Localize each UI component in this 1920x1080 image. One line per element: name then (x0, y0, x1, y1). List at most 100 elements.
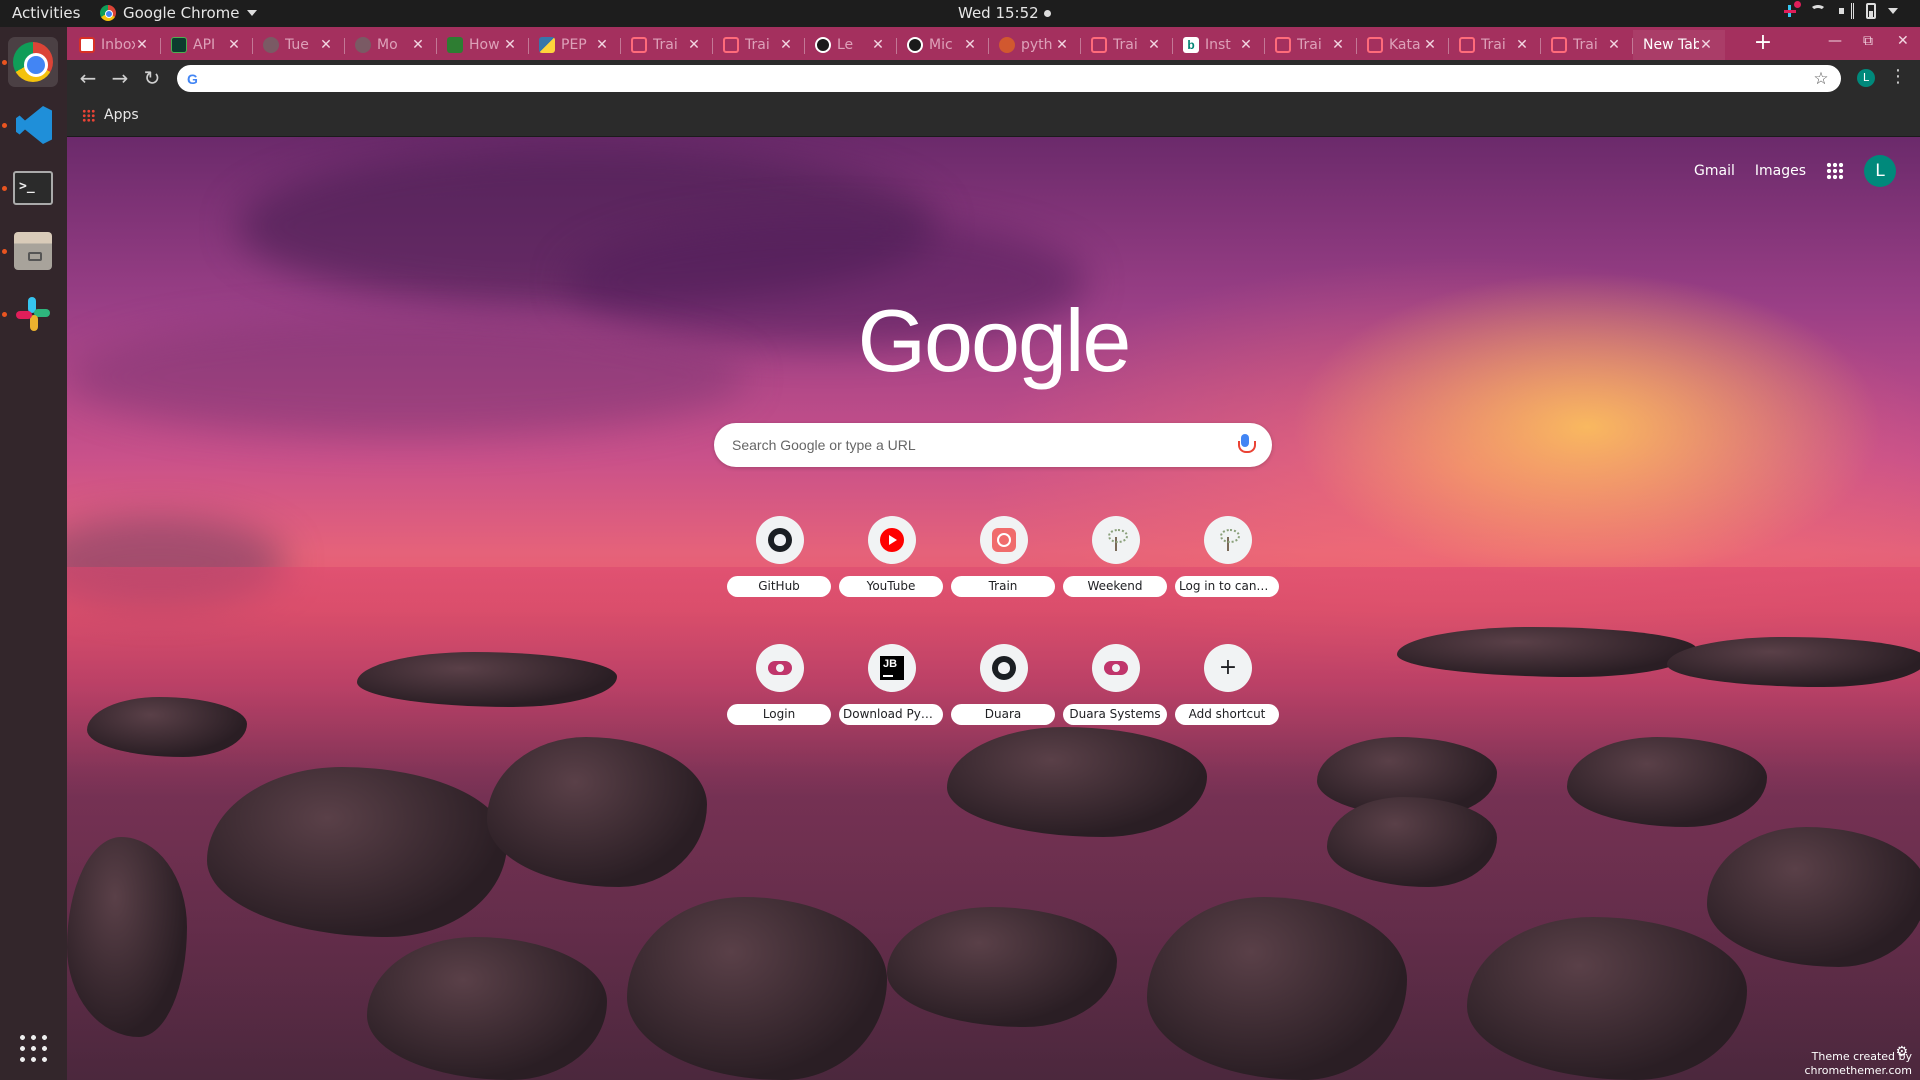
tab-close-icon[interactable]: ✕ (687, 37, 701, 53)
minimize-icon[interactable]: — (1828, 33, 1842, 49)
dock-chrome[interactable] (8, 37, 58, 87)
tab-close-icon[interactable]: ✕ (963, 37, 977, 53)
tab[interactable]: Kata ✕ (1357, 30, 1449, 60)
shortcut-tile[interactable]: Log in to canvas (1173, 516, 1285, 632)
tab[interactable]: Mic ✕ (897, 30, 989, 60)
tab-close-icon[interactable]: ✕ (135, 37, 149, 53)
github-icon (992, 656, 1016, 680)
dock-vscode[interactable] (8, 100, 58, 150)
tab-close-icon[interactable]: ✕ (319, 37, 333, 53)
google-g-icon: G (187, 70, 198, 87)
tab-close-icon[interactable]: ✕ (595, 37, 609, 53)
microphone-icon[interactable] (1238, 434, 1256, 456)
images-link[interactable]: Images (1755, 163, 1806, 179)
tab-active[interactable]: New Tab ✕ (1633, 30, 1725, 60)
bookmark-star-icon[interactable]: ☆ (1811, 69, 1831, 89)
system-top-bar: Activities Google Chrome Wed 15:52 (0, 0, 1920, 27)
tab-title: Mic (929, 37, 953, 53)
tab-close-icon[interactable]: ✕ (1239, 37, 1253, 53)
new-tab-button[interactable]: + (1748, 27, 1778, 60)
tab[interactable]: Trai ✕ (1081, 30, 1173, 60)
dock-terminal[interactable]: >_ (8, 163, 58, 213)
shortcut-tile[interactable]: Weekend (1061, 516, 1173, 632)
tab-close-icon[interactable]: ✕ (1515, 37, 1529, 53)
train-icon (1091, 37, 1107, 53)
tab-close-icon[interactable]: ✕ (871, 37, 885, 53)
tab[interactable]: Trai ✕ (1265, 30, 1357, 60)
background-rock (887, 907, 1117, 1027)
wifi-icon[interactable] (1810, 5, 1826, 17)
forward-arrow-icon[interactable]: → (109, 67, 131, 89)
apps-bookmark[interactable]: Apps (82, 107, 139, 123)
tab[interactable]: Trai ✕ (1541, 30, 1633, 60)
back-arrow-icon[interactable]: ← (77, 67, 99, 89)
tab-close-icon[interactable]: ✕ (1699, 37, 1713, 53)
shortcut-tile[interactable]: Train (949, 516, 1061, 632)
system-tray[interactable] (1782, 1, 1898, 19)
tab-close-icon[interactable]: ✕ (411, 37, 425, 53)
shortcut-tile[interactable]: Login (725, 644, 837, 760)
battery-icon[interactable] (1866, 3, 1876, 19)
tab-title: PEP (561, 37, 587, 53)
tree-icon (1106, 529, 1128, 551)
tab-close-icon[interactable]: ✕ (227, 37, 241, 53)
shortcut-icon-circle (1092, 644, 1140, 692)
volume-icon[interactable] (1838, 3, 1854, 19)
system-menu-chevron-icon[interactable] (1888, 8, 1898, 14)
background-rock (367, 937, 607, 1080)
tab-close-icon[interactable]: ✕ (1055, 37, 1069, 53)
tab[interactable]: Inbox✕ (69, 30, 161, 60)
tab[interactable]: Mo ✕ (345, 30, 437, 60)
shortcut-tile[interactable]: YouTube (837, 516, 949, 632)
ntp-search-box[interactable] (714, 423, 1272, 467)
tab[interactable]: Trai ✕ (621, 30, 713, 60)
account-avatar[interactable]: L (1864, 155, 1896, 187)
address-input[interactable] (211, 70, 1811, 87)
gmail-link[interactable]: Gmail (1694, 163, 1735, 179)
tab[interactable]: pyth ✕ (989, 30, 1081, 60)
app-menu[interactable]: Google Chrome (100, 4, 257, 22)
kebab-menu-icon[interactable]: ⋮ (1889, 66, 1907, 87)
tab[interactable]: Tue ✕ (253, 30, 345, 60)
restore-icon[interactable]: ⧉ (1863, 33, 1873, 49)
theme-credit[interactable]: Theme created by chromethemer.com (1804, 1050, 1912, 1078)
tab-close-icon[interactable]: ✕ (1147, 37, 1161, 53)
profile-avatar[interactable]: L (1857, 69, 1875, 87)
activities-button[interactable]: Activities (12, 4, 80, 22)
shortcut-tile[interactable]: GitHub (725, 516, 837, 632)
window-close-icon[interactable]: ✕ (1897, 33, 1909, 49)
github-icon (815, 37, 831, 53)
address-bar[interactable]: G ☆ (177, 65, 1841, 92)
shortcut-tile[interactable]: Duara (949, 644, 1061, 760)
tab-close-icon[interactable]: ✕ (1423, 37, 1437, 53)
reload-icon[interactable]: ↻ (141, 67, 163, 89)
background-rock (1327, 797, 1497, 887)
add-shortcut-tile[interactable]: + Add shortcut (1173, 644, 1285, 760)
show-applications-icon[interactable] (17, 1032, 49, 1064)
slack-tray-icon[interactable] (1782, 1, 1801, 19)
dock-slack[interactable] (8, 289, 58, 339)
tab-close-icon[interactable]: ✕ (503, 37, 517, 53)
dock-files[interactable] (8, 226, 58, 276)
orange-icon (999, 37, 1015, 53)
tab-close-icon[interactable]: ✕ (1331, 37, 1345, 53)
search-input[interactable] (732, 437, 1238, 453)
background-rock (1147, 897, 1407, 1080)
terminal-icon: >_ (13, 171, 53, 205)
jetbrains-icon: JB (880, 656, 904, 680)
tab[interactable]: Le ✕ (805, 30, 897, 60)
google-apps-icon[interactable] (1826, 162, 1844, 180)
tab-title: Trai (653, 37, 678, 53)
tab[interactable]: API ✕ (161, 30, 253, 60)
tab[interactable]: Trai ✕ (713, 30, 805, 60)
shortcut-tile[interactable]: JB Download PyC... (837, 644, 949, 760)
shortcut-tile[interactable]: Duara Systems (1061, 644, 1173, 760)
background-rock (87, 697, 247, 757)
tab[interactable]: Trai ✕ (1449, 30, 1541, 60)
tab[interactable]: PEP ✕ (529, 30, 621, 60)
tab-close-icon[interactable]: ✕ (1607, 37, 1621, 53)
tab[interactable]: How ✕ (437, 30, 529, 60)
tab[interactable]: b Inst ✕ (1173, 30, 1265, 60)
clock[interactable]: Wed 15:52 (958, 4, 1051, 22)
tab-close-icon[interactable]: ✕ (779, 37, 793, 53)
